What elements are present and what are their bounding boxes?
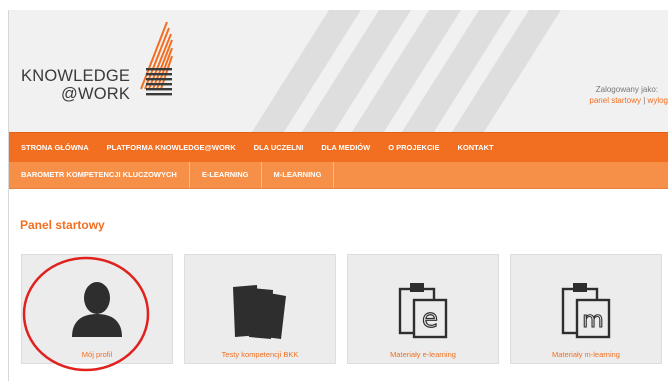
login-info: Zalogowany jako: panel startowy | wylog	[589, 84, 668, 106]
secondary-nav: BAROMETR KOMPETENCJI KLUCZOWYCH E-LEARNI…	[9, 162, 668, 189]
nav-dla-uczelni[interactable]: DLA UCZELNI	[245, 133, 313, 162]
nav-e-learning[interactable]: E-LEARNING	[190, 162, 262, 188]
card-label: Materiały e-learning	[390, 350, 456, 359]
nav-m-learning[interactable]: M-LEARNING	[262, 162, 335, 188]
clipboard-m-icon: m	[511, 255, 661, 347]
page-title: Panel startowy	[20, 218, 105, 232]
logout-link[interactable]: wylog	[648, 96, 668, 105]
clipboard-letter: e	[422, 304, 438, 334]
highlight-circle	[22, 256, 150, 372]
panel-startowy-link[interactable]: panel startowy	[589, 96, 641, 105]
nav-strona-glowna[interactable]: STRONA GŁÓWNA	[9, 133, 98, 162]
login-links: panel startowy | wylog	[589, 95, 668, 106]
test-sheets-icon	[185, 255, 335, 347]
nav-o-projekcie[interactable]: O PROJEKCIE	[379, 133, 448, 162]
nav-barometr[interactable]: BAROMETR KOMPETENCJI KLUCZOWYCH	[9, 162, 190, 188]
page: KNOWLEDGE @WORK Zalogowany jako: panel s…	[0, 0, 668, 381]
logo-line-1: KNOWLEDGE	[21, 67, 131, 85]
link-separator: |	[643, 96, 646, 105]
card-label: Materiały m-learning	[552, 350, 620, 359]
clipboard-e-icon: e	[348, 255, 498, 347]
site-logo[interactable]: KNOWLEDGE @WORK	[9, 10, 668, 132]
primary-nav: STRONA GŁÓWNA PLATFORMA KNOWLEDGE@WORK D…	[9, 132, 668, 162]
logged-in-label: Zalogowany jako:	[595, 85, 658, 94]
card-m-learning[interactable]: m Materiały m-learning	[510, 254, 662, 364]
logo-wordmark: KNOWLEDGE @WORK	[21, 67, 151, 103]
card-label: Testy kompetencji BKK	[221, 350, 299, 359]
card-tests-bkk[interactable]: Testy kompetencji BKK	[184, 254, 336, 364]
logo-line-2: @WORK	[61, 85, 131, 103]
nav-platforma[interactable]: PLATFORMA KNOWLEDGE@WORK	[98, 133, 245, 162]
clipboard-letter: m	[582, 308, 603, 333]
nav-dla-mediow[interactable]: DLA MEDIÓW	[312, 133, 379, 162]
nav-kontakt[interactable]: KONTAKT	[448, 133, 502, 162]
site-header: KNOWLEDGE @WORK Zalogowany jako: panel s…	[9, 10, 668, 132]
card-e-learning[interactable]: e Materiały e-learning	[347, 254, 499, 364]
